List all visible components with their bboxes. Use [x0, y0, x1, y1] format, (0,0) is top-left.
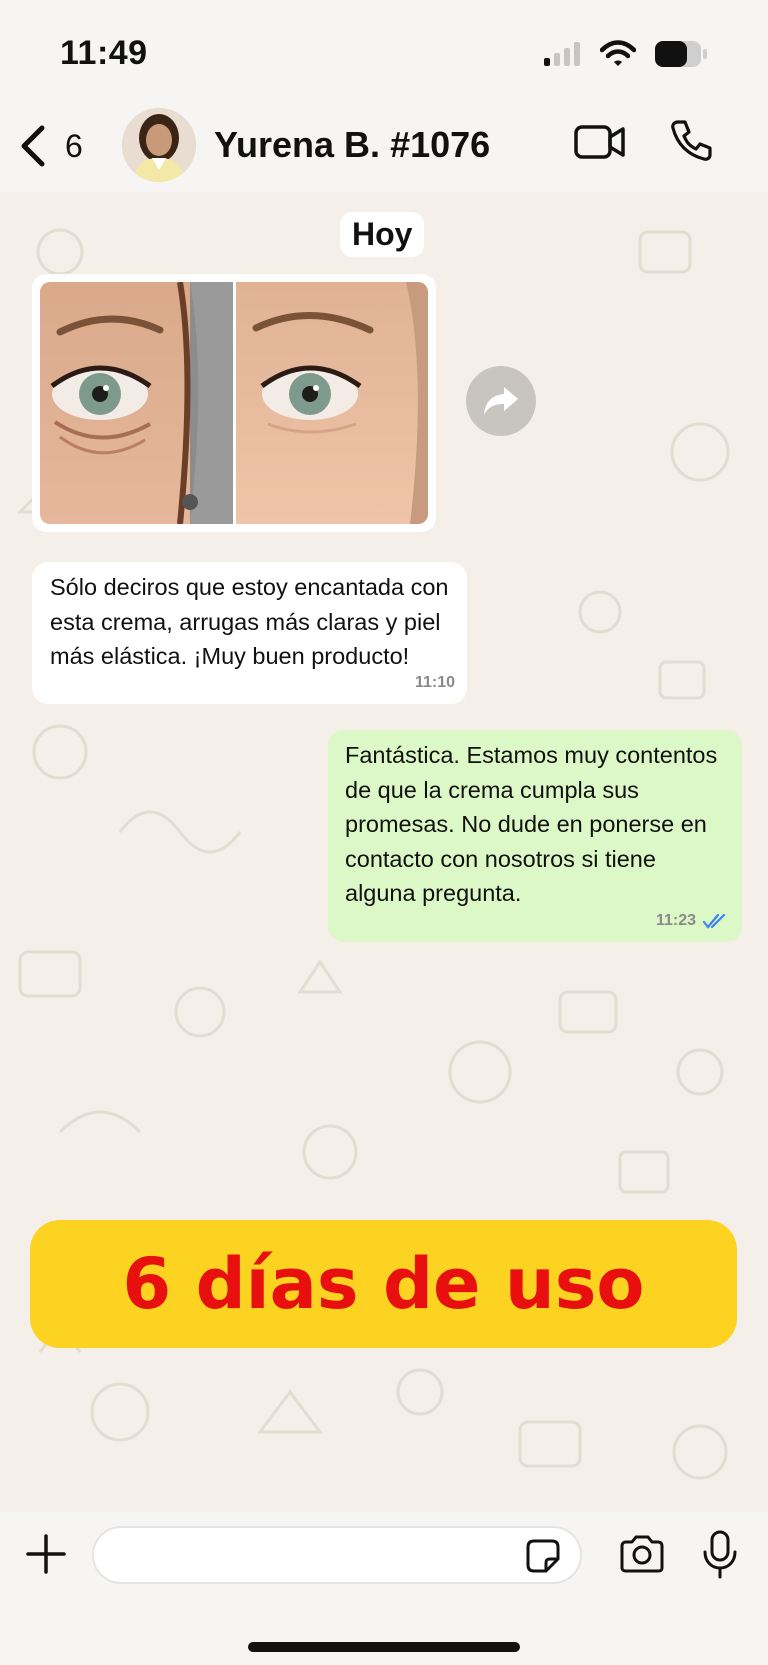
eye-comparison-image — [40, 282, 428, 524]
unread-count[interactable]: 6 — [65, 128, 83, 165]
message-input[interactable] — [92, 1526, 582, 1584]
microphone-icon[interactable] — [700, 1530, 740, 1580]
sticker-icon[interactable] — [524, 1537, 562, 1575]
battery-icon — [655, 41, 707, 67]
avatar[interactable] — [122, 108, 196, 182]
status-bar: 11:49 — [0, 0, 768, 100]
home-indicator[interactable] — [248, 1642, 520, 1652]
video-call-icon[interactable] — [574, 124, 626, 160]
message-meta: 11:23 — [656, 904, 730, 939]
avatar-photo — [122, 108, 196, 182]
message-meta: 11:10 — [415, 666, 455, 701]
incoming-message[interactable]: Sólo deciros que estoy encantada con est… — [32, 562, 467, 704]
message-text: Fantástica. Estamos muy contentos de que… — [345, 742, 718, 906]
plus-icon[interactable] — [26, 1534, 66, 1574]
forward-button[interactable] — [466, 366, 536, 436]
phone-call-icon[interactable] — [670, 118, 714, 162]
image-message[interactable] — [32, 274, 436, 532]
date-label: Hoy — [340, 212, 425, 257]
usage-banner: 6 días de uso — [30, 1220, 737, 1348]
chat-header: 6 Yurena B. #1076 — [0, 100, 768, 192]
back-chevron-icon[interactable] — [14, 122, 54, 170]
message-time: 11:10 — [414, 673, 455, 691]
banner-text: 6 días de uso — [122, 1243, 645, 1325]
signal-icon — [544, 42, 580, 66]
contact-name[interactable]: Yurena B. #1076 — [214, 124, 490, 166]
wifi-icon — [600, 40, 636, 66]
message-text: Sólo deciros que estoy encantada con est… — [50, 574, 449, 669]
outgoing-message[interactable]: Fantástica. Estamos muy contentos de que… — [328, 730, 742, 942]
before-after-eye-photo[interactable] — [40, 282, 428, 524]
forward-arrow-icon — [484, 387, 518, 415]
double-check-read-icon — [702, 913, 726, 929]
message-time: 11:23 — [655, 911, 696, 929]
status-time: 11:49 — [60, 34, 148, 72]
status-icons — [542, 40, 708, 68]
chat-area[interactable]: Hoy Sólo deciros que estoy encantada con… — [0, 192, 768, 1512]
camera-icon[interactable] — [618, 1534, 666, 1574]
composer-bar — [0, 1512, 768, 1665]
